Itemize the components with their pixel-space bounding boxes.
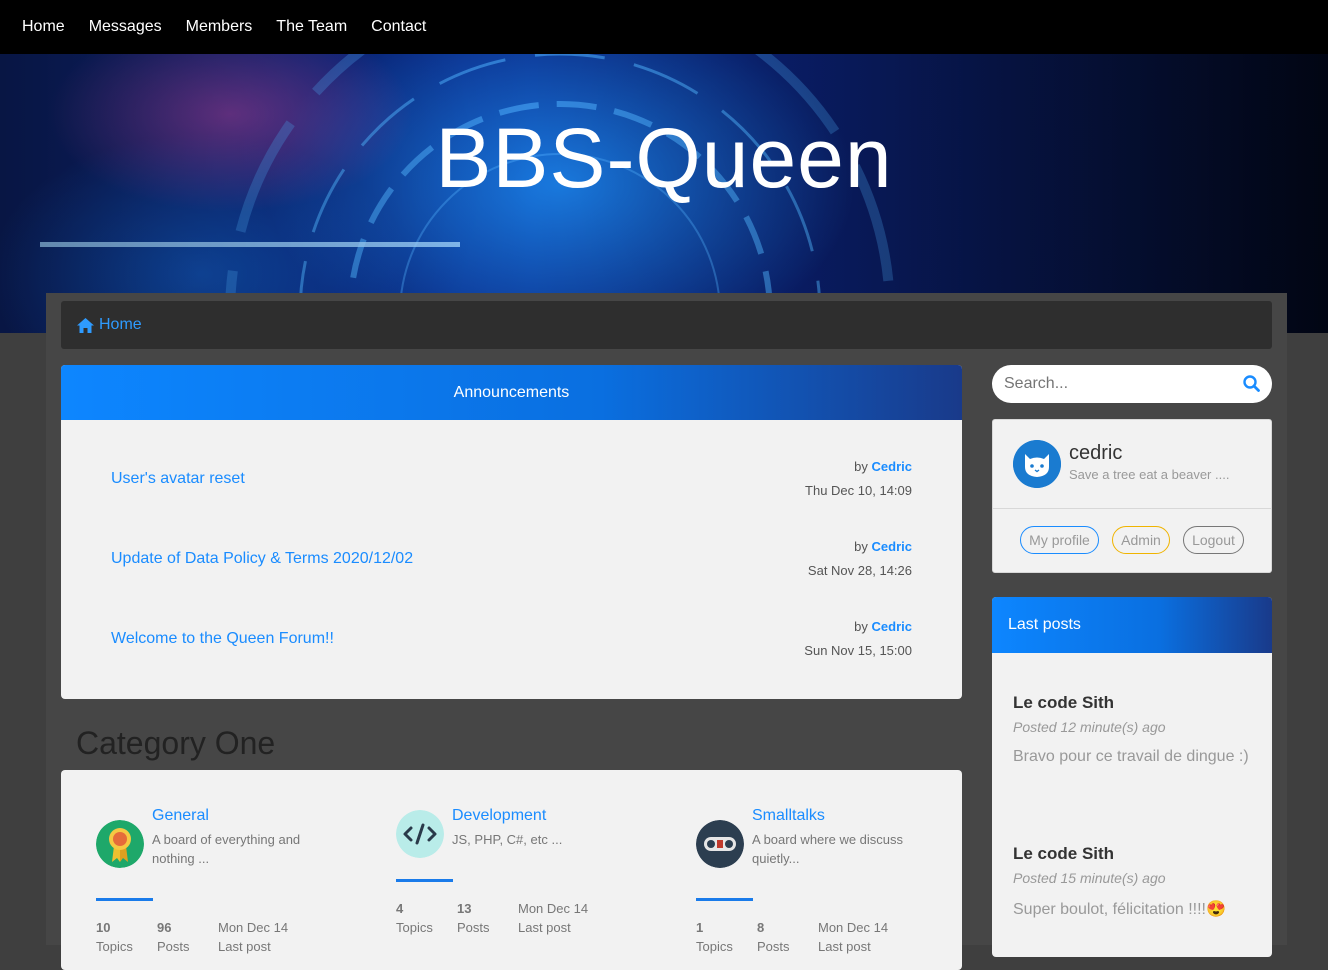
robot-face-icon bbox=[696, 820, 744, 868]
last-post-label: Last post bbox=[218, 939, 271, 954]
posts-count: 13 bbox=[457, 901, 472, 916]
announcement-row: Welcome to the Queen Forum!! by Cedric S… bbox=[111, 607, 912, 667]
board-description: A board of everything and nothing ... bbox=[152, 832, 301, 866]
last-post-date: Mon Dec 14 bbox=[518, 901, 589, 916]
topics-count: 1 bbox=[696, 920, 704, 935]
board-general: General A board of everything and nothin… bbox=[96, 770, 376, 970]
board-divider bbox=[696, 898, 753, 901]
posts-label: Posts bbox=[457, 920, 490, 935]
announcement-row: Update of Data Policy & Terms 2020/12/02… bbox=[111, 527, 912, 587]
my-profile-button[interactable]: My profile bbox=[1020, 526, 1099, 554]
topics-label: Topics bbox=[396, 920, 433, 935]
posts-label: Posts bbox=[157, 939, 190, 954]
award-ribbon-icon bbox=[96, 820, 144, 868]
search-input[interactable] bbox=[992, 365, 1224, 403]
board-stats: 1 Topics 8 Posts Mon Dec 14 Last post bbox=[696, 918, 918, 956]
announcement-title[interactable]: Welcome to the Queen Forum!! bbox=[111, 630, 334, 648]
author-link[interactable]: Cedric bbox=[872, 619, 912, 634]
admin-button[interactable]: Admin bbox=[1112, 526, 1170, 554]
board-smalltalks: Smalltalks A board where we discuss quie… bbox=[696, 770, 962, 970]
username: cedric bbox=[1069, 442, 1123, 464]
announcement-date: Sun Nov 15, 15:00 bbox=[804, 643, 912, 658]
author-link[interactable]: Cedric bbox=[872, 539, 912, 554]
logout-button[interactable]: Logout bbox=[1183, 526, 1244, 554]
nav-contact[interactable]: Contact bbox=[363, 18, 434, 36]
last-post-label: Last post bbox=[518, 920, 571, 935]
posts-count: 8 bbox=[757, 920, 765, 935]
posts-count: 96 bbox=[157, 920, 172, 935]
avatar[interactable] bbox=[1013, 440, 1061, 488]
posts-label: Posts bbox=[757, 939, 790, 954]
topics-count: 4 bbox=[396, 901, 404, 916]
announcement-date: Thu Dec 10, 14:09 bbox=[805, 483, 912, 498]
breadcrumb: Home bbox=[61, 301, 1272, 349]
divider bbox=[993, 508, 1271, 509]
announcement-title[interactable]: User's avatar reset bbox=[111, 470, 245, 488]
announcement-author: by Cedric bbox=[854, 459, 912, 474]
last-post-meta: Posted 12 minute(s) ago bbox=[1013, 719, 1166, 735]
last-post-date: Mon Dec 14 bbox=[818, 920, 889, 935]
last-post-meta: Posted 15 minute(s) ago bbox=[1013, 870, 1166, 886]
last-post-item[interactable]: Le code Sith Posted 15 minute(s) ago Sup… bbox=[1013, 844, 1263, 919]
last-posts-card: Last posts Le code Sith Posted 12 minute… bbox=[992, 597, 1272, 957]
last-post-body: Super boulot, félicitation !!!!😍 bbox=[1013, 901, 1226, 918]
top-navbar: Home Messages Members The Team Contact bbox=[0, 0, 1328, 54]
announcements-header: Announcements bbox=[61, 365, 962, 420]
board-development: Development JS, PHP, C#, etc ... 4 Topics… bbox=[396, 770, 676, 970]
announcements-card: Announcements User's avatar reset by Ced… bbox=[61, 365, 962, 699]
board-name[interactable]: General bbox=[152, 807, 209, 825]
topics-label: Topics bbox=[96, 939, 133, 954]
user-motto: Save a tree eat a beaver .... bbox=[1069, 467, 1230, 482]
last-post-label: Last post bbox=[818, 939, 871, 954]
home-icon bbox=[77, 317, 94, 333]
last-post-item[interactable]: Le code Sith Posted 12 minute(s) ago Bra… bbox=[1013, 693, 1263, 766]
nav-messages[interactable]: Messages bbox=[81, 18, 170, 36]
board-name[interactable]: Development bbox=[452, 807, 546, 825]
announcement-author: by Cedric bbox=[854, 539, 912, 554]
board-stats: 4 Topics 13 Posts Mon Dec 14 Last post bbox=[396, 899, 618, 937]
main-container: Home Announcements User's avatar reset b… bbox=[46, 293, 1287, 970]
board-description: JS, PHP, C#, etc ... bbox=[452, 832, 563, 847]
last-posts-header: Last posts bbox=[992, 597, 1272, 653]
board-description: A board where we discuss quietly... bbox=[752, 832, 904, 866]
nav-the-team[interactable]: The Team bbox=[268, 18, 355, 36]
code-icon bbox=[396, 810, 444, 858]
last-post-body: Bravo pour ce travail de dingue :) bbox=[1013, 748, 1249, 765]
breadcrumb-home[interactable]: Home bbox=[77, 316, 142, 334]
last-post-title[interactable]: Le code Sith bbox=[1013, 844, 1263, 864]
nav-home[interactable]: Home bbox=[14, 18, 73, 36]
announcement-title[interactable]: Update of Data Policy & Terms 2020/12/02 bbox=[111, 550, 413, 568]
category-title: Category One bbox=[76, 725, 276, 761]
nav-members[interactable]: Members bbox=[178, 18, 261, 36]
breadcrumb-home-label: Home bbox=[99, 316, 142, 333]
boards-card: General A board of everything and nothin… bbox=[61, 770, 962, 970]
board-divider bbox=[396, 879, 453, 882]
author-link[interactable]: Cedric bbox=[872, 459, 912, 474]
topics-label: Topics bbox=[696, 939, 733, 954]
board-divider bbox=[96, 898, 153, 901]
announcement-author: by Cedric bbox=[854, 619, 912, 634]
site-banner: BBS-Queen bbox=[0, 54, 1328, 333]
board-name[interactable]: Smalltalks bbox=[752, 807, 825, 825]
user-profile-card: cedric Save a tree eat a beaver .... My … bbox=[992, 419, 1272, 573]
last-post-title[interactable]: Le code Sith bbox=[1013, 693, 1263, 713]
site-title: BBS-Queen bbox=[435, 111, 893, 205]
search-icon[interactable] bbox=[1243, 375, 1260, 392]
announcement-date: Sat Nov 28, 14:26 bbox=[807, 563, 912, 578]
search-box bbox=[992, 365, 1272, 403]
announcement-row: User's avatar reset by Cedric Thu Dec 10… bbox=[111, 447, 912, 507]
last-post-date: Mon Dec 14 bbox=[218, 920, 289, 935]
topics-count: 10 bbox=[96, 920, 111, 935]
board-stats: 10 Topics 96 Posts Mon Dec 14 Last post bbox=[96, 918, 318, 956]
